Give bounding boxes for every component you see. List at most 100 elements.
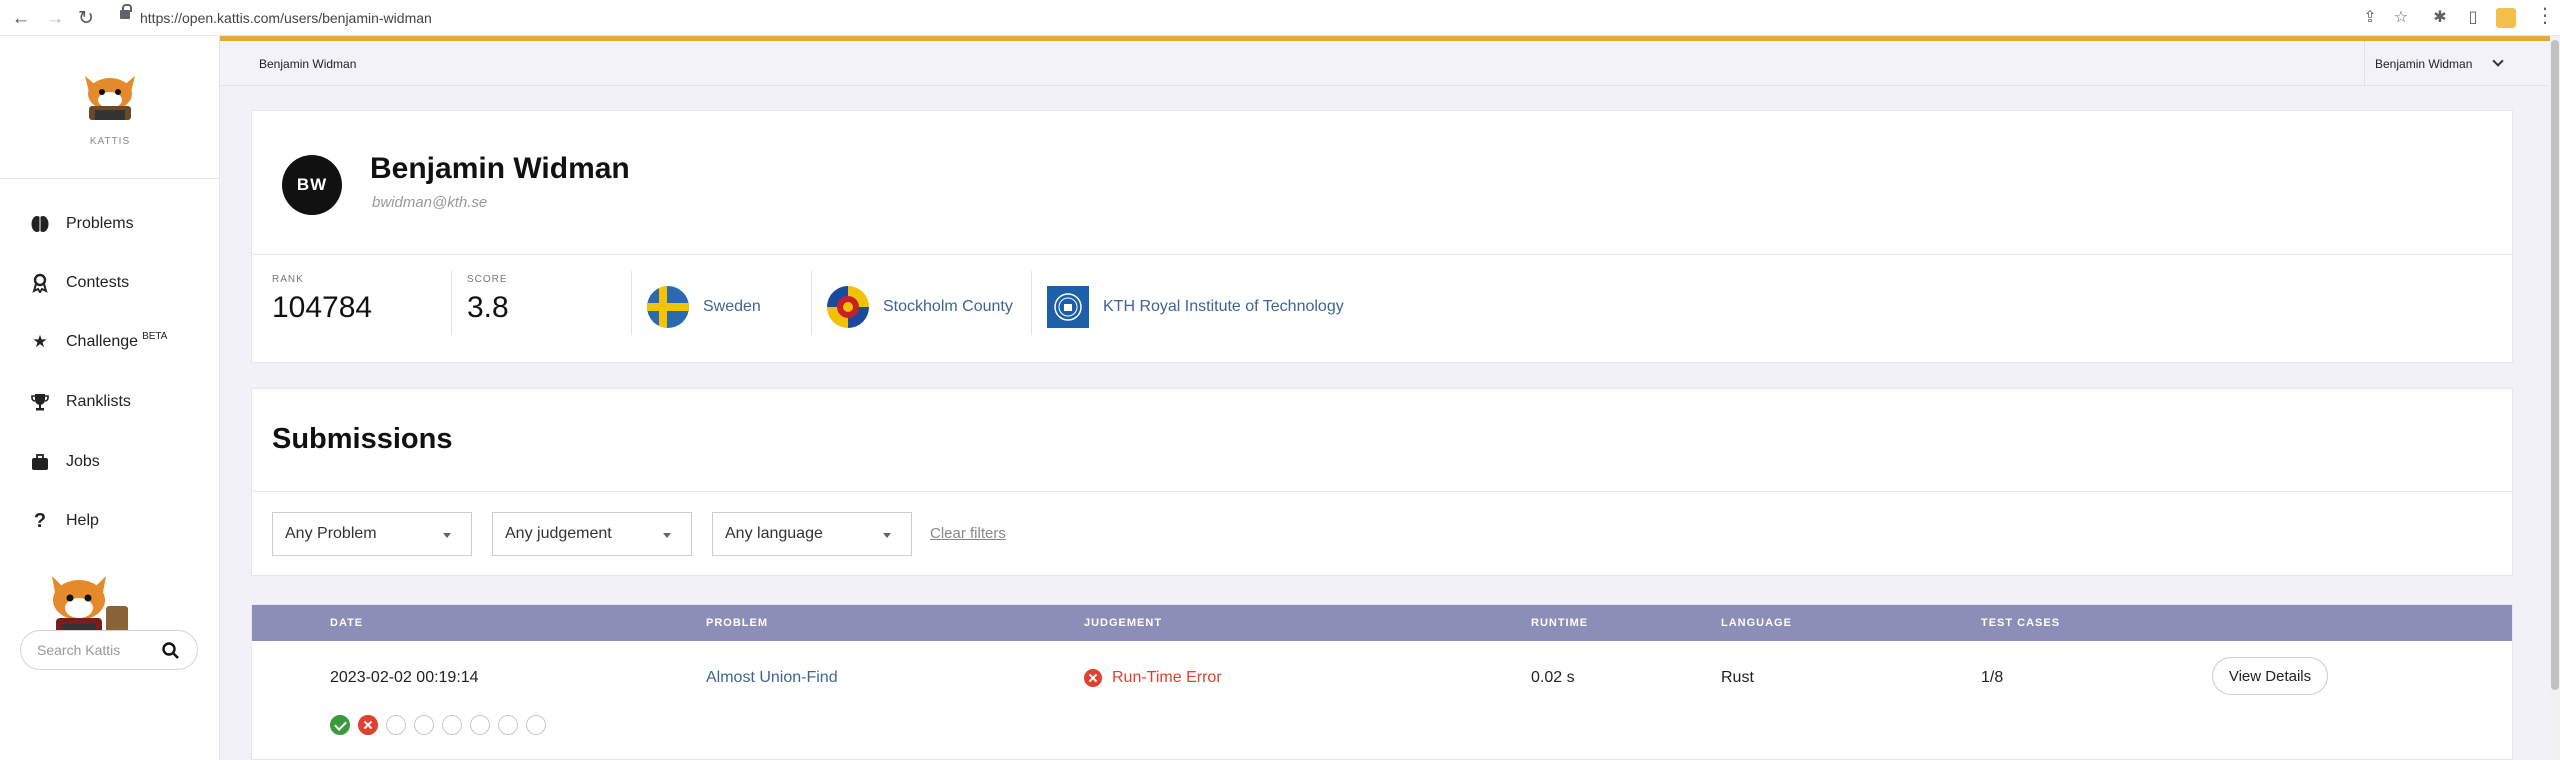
rank-stat: RANK 104784 <box>272 274 372 338</box>
logo-text: KATTIS <box>89 136 131 147</box>
language-filter-select[interactable]: Any language <box>712 512 912 556</box>
lock-icon <box>120 4 132 19</box>
university-link[interactable]: KTH Royal Institute of Technology <box>1047 286 1344 328</box>
main-content: BW Benjamin Widman bwidman@kth.se RANK 1… <box>220 86 2550 760</box>
kebab-menu-icon[interactable]: ⋮ <box>2535 6 2555 26</box>
profile-divider <box>252 254 2512 255</box>
judgement-filter-select[interactable]: Any judgement <box>492 512 692 556</box>
score-label: SCORE <box>467 274 508 285</box>
browser-toolbar: ← → ↻ https://open.kattis.com/users/benj… <box>0 0 2560 36</box>
clear-filters-link[interactable]: Clear filters <box>930 525 1006 542</box>
beta-badge: BETA <box>142 330 168 342</box>
column-header-language: LANGUAGE <box>1721 617 1792 629</box>
page-title: Benjamin Widman <box>370 152 630 185</box>
score-stat: SCORE 3.8 <box>467 274 509 338</box>
caret-down-icon <box>883 533 891 538</box>
url-text: https://open.kattis.com/users/benjamin-w… <box>140 10 432 26</box>
rank-value: 104784 <box>272 291 373 324</box>
side-panel-icon[interactable]: ▯ <box>2463 8 2483 28</box>
brain-icon <box>30 214 50 234</box>
search-input[interactable] <box>37 640 147 660</box>
submissions-card: Submissions Any Problem Any judgement An… <box>251 388 2513 576</box>
test-case-not-run-icon <box>498 715 518 735</box>
stat-divider <box>631 271 632 335</box>
arrow-right-icon[interactable]: → <box>44 8 66 30</box>
user-menu-label: Benjamin Widman <box>2375 56 2473 71</box>
sidebar-item-help[interactable]: ? Help <box>30 505 210 537</box>
region-name: Stockholm County <box>883 298 1013 315</box>
column-header-test-cases: TEST CASES <box>1981 617 2061 629</box>
judgement-filter-value: Any judgement <box>505 525 612 542</box>
rank-label: RANK <box>272 274 304 285</box>
error-icon <box>1084 669 1102 687</box>
runtime-value: 0.02 s <box>1531 669 1575 686</box>
profile-card: BW Benjamin Widman bwidman@kth.se RANK 1… <box>251 110 2513 363</box>
question-icon: ? <box>33 509 47 532</box>
problem-link[interactable]: Almost Union-Find <box>706 669 838 687</box>
sidebar-item-label: Contests <box>66 274 130 291</box>
page-scrollbar[interactable] <box>2550 36 2560 760</box>
chevron-down-icon <box>2492 55 2505 67</box>
search-icon[interactable] <box>161 641 181 661</box>
stat-divider <box>811 271 812 335</box>
region-link[interactable]: Stockholm County <box>827 286 1013 328</box>
address-bar[interactable]: https://open.kattis.com/users/benjamin-w… <box>110 4 2400 31</box>
sidebar: KATTIS Problems Contests ★ Challenge BET… <box>0 36 220 760</box>
share-icon[interactable]: ⇪ <box>2360 8 2380 28</box>
breadcrumb[interactable]: Benjamin Widman <box>259 57 356 71</box>
stat-divider <box>1031 271 1032 335</box>
section-divider <box>252 491 2512 492</box>
sidebar-divider <box>0 178 220 179</box>
university-name: KTH Royal Institute of Technology <box>1103 298 1344 315</box>
score-value: 3.8 <box>467 291 509 324</box>
stat-divider <box>451 271 452 335</box>
test-case-not-run-icon <box>414 715 434 735</box>
test-case-not-run-icon <box>526 715 546 735</box>
test-case-not-run-icon <box>470 715 490 735</box>
column-header-runtime: RUNTIME <box>1531 617 1589 629</box>
sidebar-item-label: Help <box>66 512 99 529</box>
judgement-status: Run-Time Error <box>1084 669 1222 687</box>
profile-icon[interactable] <box>2496 8 2516 28</box>
scrollbar-thumb[interactable] <box>2551 40 2559 690</box>
sidebar-item-ranklists[interactable]: Ranklists <box>30 386 210 418</box>
column-header-judgement: JUDGEMENT <box>1084 617 1163 629</box>
briefcase-icon <box>30 452 50 472</box>
country-name: Sweden <box>703 298 761 315</box>
problem-filter-value: Any Problem <box>285 525 377 542</box>
user-menu[interactable]: Benjamin Widman <box>2364 41 2550 86</box>
problem-filter-select[interactable]: Any Problem <box>272 512 472 556</box>
bookmark-star-icon[interactable]: ☆ <box>2391 8 2411 28</box>
sidebar-item-label: Jobs <box>66 453 100 470</box>
kattis-logo-icon[interactable] <box>75 72 145 124</box>
caret-down-icon <box>443 533 451 538</box>
view-details-button[interactable]: View Details <box>2212 657 2328 695</box>
medal-icon <box>30 273 50 293</box>
sweden-flag-icon <box>647 286 689 328</box>
user-email: bwidman@kth.se <box>372 194 488 211</box>
submission-date: 2023-02-02 00:19:14 <box>330 669 479 686</box>
sidebar-item-label: Problems <box>66 215 134 232</box>
table-header: DATE PROBLEM JUDGEMENT RUNTIME LANGUAGE … <box>252 605 2512 641</box>
sidebar-item-challenge[interactable]: ★ Challenge BETA <box>30 326 210 358</box>
table-row: 2023-02-02 00:19:14 Almost Union-Find Ru… <box>252 641 2512 753</box>
arrow-left-icon[interactable]: ← <box>10 8 32 30</box>
country-link[interactable]: Sweden <box>647 286 761 328</box>
language-filter-value: Any language <box>725 525 823 542</box>
test-case-failed-icon <box>358 715 378 735</box>
sidebar-item-contests[interactable]: Contests <box>30 267 210 299</box>
test-case-indicators <box>330 715 554 735</box>
sidebar-item-jobs[interactable]: Jobs <box>30 446 210 478</box>
top-bar: Benjamin Widman Benjamin Widman <box>220 41 2550 86</box>
stockholm-county-flag-icon <box>827 286 869 328</box>
caret-down-icon <box>663 533 671 538</box>
test-case-accepted-icon <box>330 715 350 735</box>
reload-icon[interactable]: ↻ <box>75 8 97 30</box>
trophy-icon <box>30 392 50 412</box>
search-box[interactable] <box>20 630 198 670</box>
sidebar-item-problems[interactable]: Problems <box>30 208 210 240</box>
extensions-icon[interactable]: ✱ <box>2430 8 2450 28</box>
test-cases-value: 1/8 <box>1981 669 2004 686</box>
language-value: Rust <box>1721 669 1754 686</box>
section-title: Submissions <box>272 423 453 455</box>
